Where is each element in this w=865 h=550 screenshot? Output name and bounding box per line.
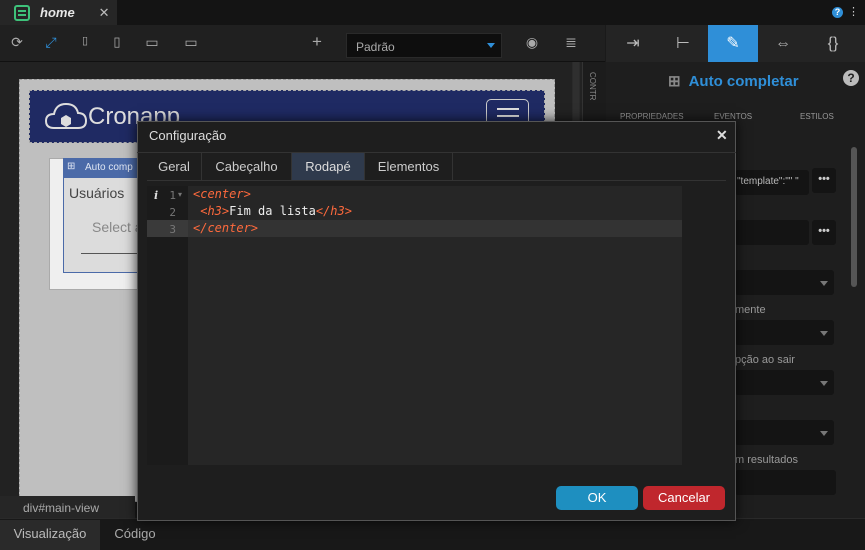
property-label-3: m resultados (735, 454, 798, 466)
phone-icon[interactable]: ▯ (76, 34, 94, 47)
chevron-down-icon (487, 43, 495, 48)
property-label-2: pção ao sair (735, 354, 795, 366)
property-select-2[interactable] (735, 320, 834, 345)
code-tag: <center> (193, 187, 251, 201)
close-icon[interactable]: ✕ (716, 127, 728, 144)
cloud-logo-icon (44, 102, 88, 129)
resize-icon[interactable]: ⤢ (42, 34, 60, 51)
autocomplete-label: Usuários (69, 185, 125, 201)
device-select-value: Padrão (356, 40, 395, 54)
property-label-1: mente (735, 304, 766, 316)
database-icon[interactable]: ≣ (562, 34, 580, 51)
monitor-icon[interactable]: ▭ (182, 34, 200, 51)
tab-home[interactable]: home ✕ (0, 0, 117, 25)
tab-elementos[interactable]: Elementos (365, 153, 453, 181)
code-tag: </center> (193, 221, 259, 235)
side-tab-label: CONTR (588, 72, 597, 101)
tab-geral[interactable]: Geral (147, 153, 202, 181)
tablet-icon[interactable]: ▯ (108, 34, 126, 50)
import-icon[interactable]: ⇥ (608, 25, 658, 62)
datasource-field[interactable] (735, 220, 809, 245)
property-field-5[interactable] (735, 470, 836, 495)
file-view-icon (14, 4, 30, 21)
cancel-button[interactable]: Cancelar (643, 486, 725, 510)
tab-bar (0, 0, 865, 25)
edit-icon[interactable]: ✎ (708, 25, 758, 62)
input-underline (81, 253, 143, 254)
template-more-button[interactable]: ••• (812, 168, 836, 193)
more-icon[interactable]: ⋮ (848, 5, 860, 18)
component-title-text: Auto completar (688, 73, 799, 90)
tab-divider (147, 180, 726, 181)
tree-icon[interactable]: ⊢ (658, 25, 708, 62)
autocomplete-icon: ⊞ (67, 161, 76, 172)
line-number: 3 (169, 223, 176, 236)
tab-estilos[interactable]: ESTILOS (800, 112, 834, 121)
designer-toolbar: ⟳ ⤢ ▯ ▯ ▭ ▭ + ◉ ≣ (0, 25, 605, 62)
dialog-title: Configuração (149, 128, 227, 143)
code-line-3[interactable]: </center> (193, 221, 258, 235)
line-number: 2 (169, 206, 176, 219)
autocomplete-icon: ⊞ (668, 73, 681, 90)
code-icon[interactable]: {} (808, 25, 858, 62)
property-select-3[interactable] (735, 370, 834, 395)
dialog-header (137, 121, 736, 153)
code-line-1[interactable]: <center> (193, 187, 251, 201)
tab-rodape[interactable]: Rodapé (292, 153, 365, 181)
component-title: ⊞ Auto completar (668, 72, 799, 90)
device-select[interactable]: Padrão (346, 33, 502, 58)
refresh-icon[interactable]: ⟳ (8, 34, 26, 51)
code-tag: </h3> (315, 204, 352, 218)
tab-codigo[interactable]: Código (100, 520, 170, 550)
tab-eventos[interactable]: EVENTOS (714, 112, 752, 121)
fold-icon[interactable]: ▾ (178, 190, 182, 199)
breadcrumb[interactable]: div#main-view (0, 496, 135, 518)
code-text: Fim da lista (229, 204, 316, 218)
property-select-4[interactable] (735, 420, 834, 445)
desktop-icon[interactable]: ▭ (143, 34, 161, 51)
tab-cabecalho[interactable]: Cabeçalho (202, 153, 292, 181)
width-icon[interactable]: ⇔ (758, 25, 808, 62)
help-icon[interactable]: ? (843, 70, 859, 86)
tab-propriedades[interactable]: PROPRIEDADES (620, 112, 684, 121)
template-field[interactable]: "template":"" " (735, 170, 809, 195)
tab-visualizacao[interactable]: Visualização (0, 520, 100, 550)
panel-scrollbar[interactable] (851, 147, 857, 287)
tab-home-label: home (40, 5, 75, 20)
hide-icon[interactable]: ◉ (523, 34, 541, 51)
code-line-2[interactable]: <h3>Fim da lista</h3> (193, 204, 352, 218)
datasource-more-button[interactable]: ••• (812, 220, 836, 245)
ok-button[interactable]: OK (556, 486, 638, 510)
add-icon[interactable]: + (308, 32, 326, 52)
property-select-1[interactable] (735, 270, 834, 295)
code-tag: <h3> (200, 204, 230, 218)
help-icon[interactable]: ? (832, 7, 843, 18)
tab-close-icon[interactable]: ✕ (99, 5, 110, 21)
line-number: 1 (169, 189, 176, 202)
